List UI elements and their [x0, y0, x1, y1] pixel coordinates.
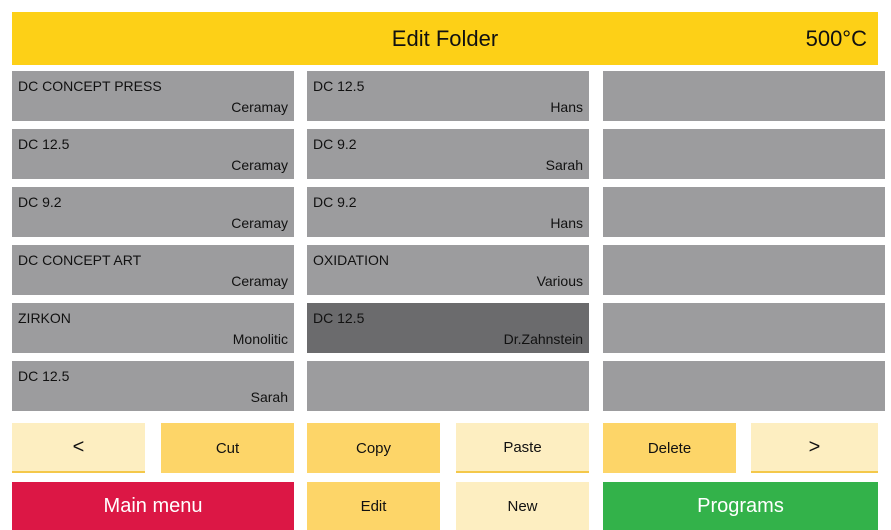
paste-button[interactable]: Paste	[456, 423, 589, 473]
program-name: DC 12.5	[313, 310, 365, 326]
next-page-button[interactable]: >	[751, 423, 878, 473]
program-name: DC 12.5	[313, 78, 365, 94]
program-owner: Various	[536, 273, 583, 289]
program-cell[interactable]: ZIRKON Monolitic	[12, 303, 294, 353]
program-cell[interactable]: DC 12.5 Sarah	[12, 361, 294, 411]
program-cell-empty[interactable]	[307, 361, 589, 411]
program-name: DC 12.5	[18, 368, 70, 384]
program-name: DC CONCEPT ART	[18, 252, 142, 268]
program-cell[interactable]: DC 9.2 Ceramay	[12, 187, 294, 237]
program-cell-selected[interactable]: DC 12.5 Dr.Zahnstein	[307, 303, 589, 353]
program-cell-empty[interactable]	[603, 245, 885, 295]
program-owner: Ceramay	[231, 99, 288, 115]
temperature-readout: 500°C	[805, 26, 867, 51]
previous-page-button[interactable]: <	[12, 423, 145, 473]
program-name: DC 9.2	[313, 136, 357, 152]
program-name: DC 9.2	[18, 194, 62, 210]
program-owner: Monolitic	[232, 331, 288, 347]
program-cell[interactable]: DC 9.2 Sarah	[307, 129, 589, 179]
program-name: ZIRKON	[18, 310, 71, 326]
cut-button[interactable]: Cut	[161, 423, 294, 473]
program-cell[interactable]: OXIDATION Various	[307, 245, 589, 295]
delete-button[interactable]: Delete	[603, 423, 736, 473]
program-cell[interactable]: DC 12.5 Ceramay	[12, 129, 294, 179]
program-owner: Sarah	[250, 389, 288, 405]
program-cell-empty[interactable]	[603, 187, 885, 237]
program-owner: Dr.Zahnstein	[503, 331, 583, 347]
edit-button[interactable]: Edit	[307, 482, 440, 530]
program-owner: Hans	[550, 99, 583, 115]
program-owner: Ceramay	[231, 215, 288, 231]
program-name: DC 12.5	[18, 136, 70, 152]
program-name: DC 9.2	[313, 194, 357, 210]
program-owner: Hans	[550, 215, 583, 231]
program-cell[interactable]: DC CONCEPT ART Ceramay	[12, 245, 294, 295]
program-cell-empty[interactable]	[603, 129, 885, 179]
program-owner: Ceramay	[231, 157, 288, 173]
program-name: DC CONCEPT PRESS	[18, 78, 162, 94]
main-menu-button[interactable]: Main menu	[12, 482, 294, 530]
program-cell[interactable]: DC CONCEPT PRESS Ceramay	[12, 71, 294, 121]
page-title: Edit Folder	[391, 26, 499, 51]
programs-button[interactable]: Programs	[603, 482, 878, 530]
program-cell-empty[interactable]	[603, 361, 885, 411]
program-name: OXIDATION	[313, 252, 389, 268]
program-cell-empty[interactable]	[603, 71, 885, 121]
program-cell[interactable]: DC 12.5 Hans	[307, 71, 589, 121]
program-cell[interactable]: DC 9.2 Hans	[307, 187, 589, 237]
new-button[interactable]: New	[456, 482, 589, 530]
program-owner: Ceramay	[231, 273, 288, 289]
program-cell-empty[interactable]	[603, 303, 885, 353]
program-owner: Sarah	[545, 157, 583, 173]
header-bar: Edit Folder 500°C	[12, 12, 878, 65]
copy-button[interactable]: Copy	[307, 423, 440, 473]
